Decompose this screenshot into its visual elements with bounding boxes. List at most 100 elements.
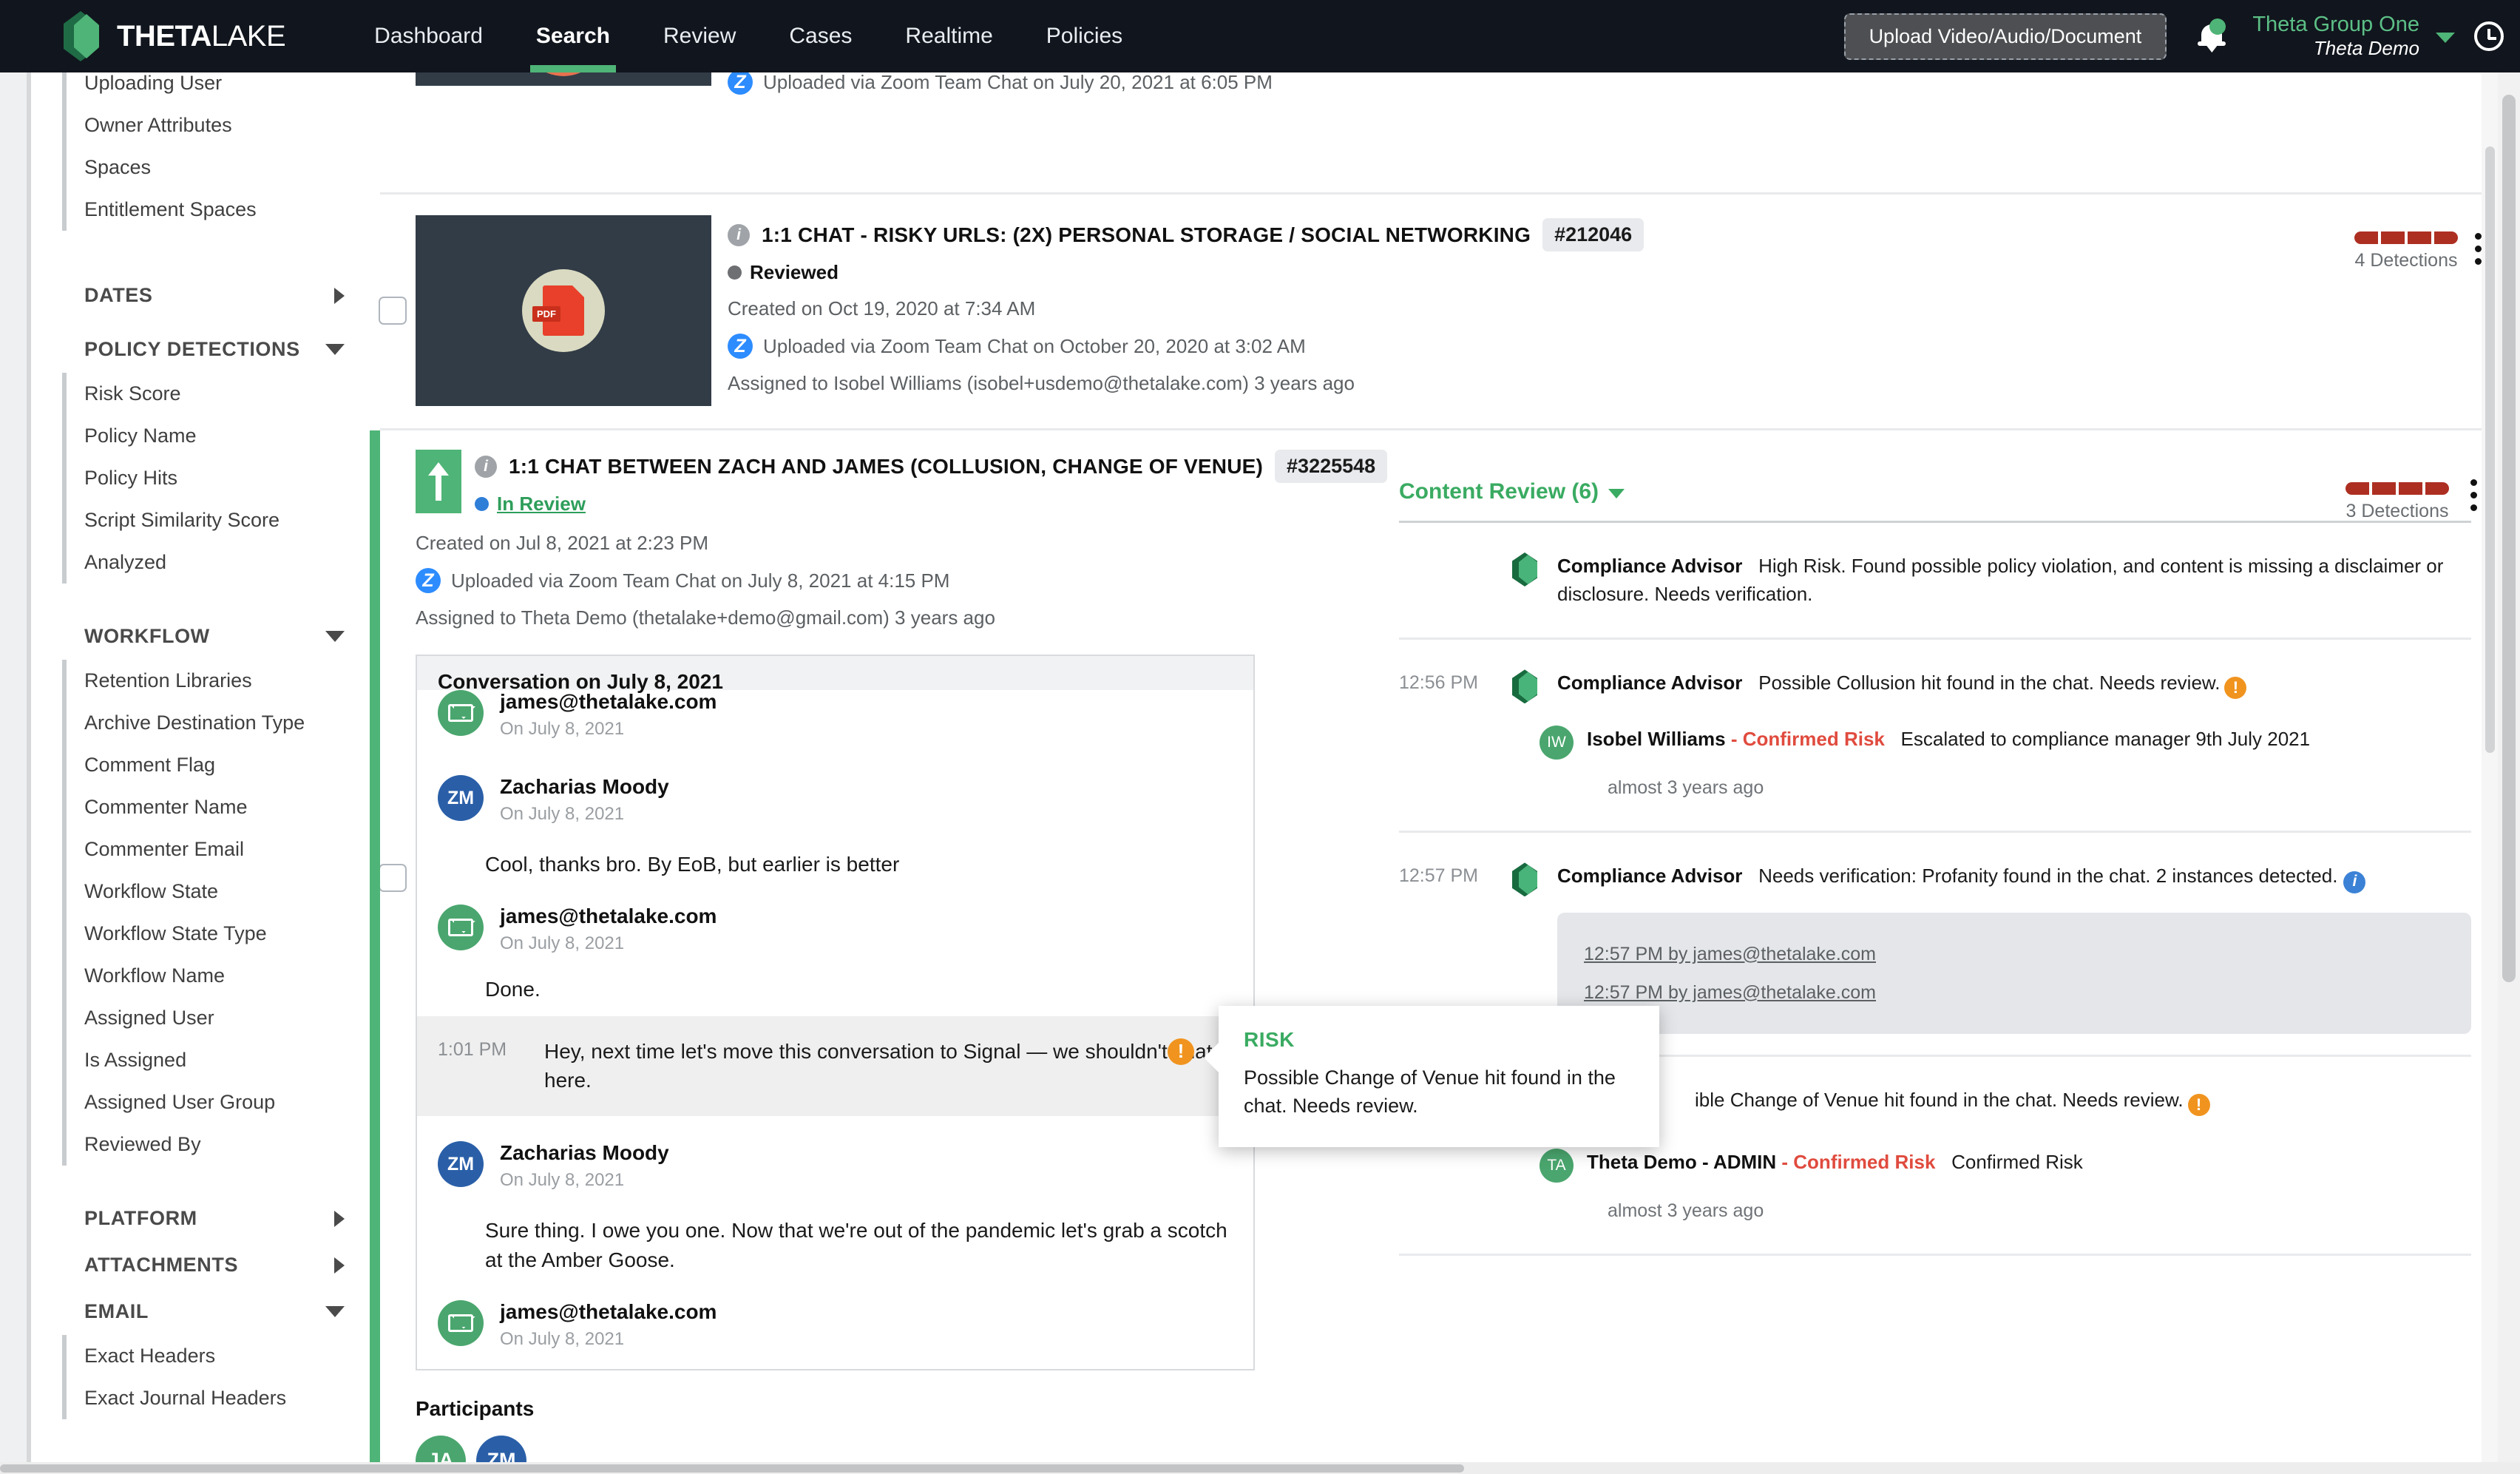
nav-item-review[interactable]: Review	[637, 0, 762, 72]
nav-item-search[interactable]: Search	[509, 0, 637, 72]
filter-section-dates[interactable]: DATES	[31, 272, 370, 319]
notification-bell-icon[interactable]	[2196, 18, 2227, 54]
chevron-down-icon	[325, 1306, 345, 1317]
search-results-list: Z Uploaded via Zoom Team Chat on July 20…	[370, 72, 2498, 1474]
pdf-thumb-circle: PDF	[522, 269, 605, 352]
horizontal-scrollbar-thumb[interactable]	[0, 1464, 1464, 1473]
message-text: Cool, thanks bro. By EoB, but earlier is…	[485, 853, 900, 876]
review-time: 12:57 PM	[1399, 865, 1479, 887]
thetalake-logo-icon	[64, 11, 106, 61]
filter-workflow-name[interactable]: Workflow Name	[67, 955, 370, 997]
policy-hit-link[interactable]: 12:57 PM by james@thetalake.com	[1584, 973, 2445, 1012]
result-title[interactable]: 1:1 CHAT BETWEEN ZACH AND JAMES (COLLUSI…	[509, 455, 1263, 479]
filter-risk-score[interactable]: Risk Score	[67, 373, 370, 415]
result-meta: i 1:1 CHAT - RISKY URLS: (2X) PERSONAL S…	[711, 215, 2258, 406]
avatar	[438, 1299, 484, 1346]
promote-up-button[interactable]	[416, 450, 461, 513]
filter-section-platform[interactable]: PLATFORM	[31, 1195, 370, 1242]
result-id-badge[interactable]: #212046	[1542, 218, 1645, 251]
filter-exact-journal-headers[interactable]: Exact Journal Headers	[67, 1377, 370, 1419]
result-title[interactable]: 1:1 CHAT - RISKY URLS: (2X) PERSONAL STO…	[762, 223, 1531, 247]
detection-bars-icon	[2354, 231, 2458, 244]
main-nav: Dashboard Search Review Cases Realtime P…	[348, 0, 1149, 72]
filter-section-workflow[interactable]: WORKFLOW	[31, 613, 370, 660]
filter-commenter-name[interactable]: Commenter Name	[67, 786, 370, 828]
filter-reviewed-by[interactable]: Reviewed By	[67, 1123, 370, 1166]
info-icon[interactable]: i	[2343, 870, 2366, 893]
filter-workflow-state-type[interactable]: Workflow State Type	[67, 913, 370, 955]
review-author: Isobel Williams	[1587, 728, 1726, 751]
message-text-flagged: 1:01 PM Hey, next time let's move this c…	[417, 1015, 1253, 1116]
account-switcher[interactable]: Theta Group One Theta Demo	[2252, 13, 2419, 59]
left-rail	[0, 72, 27, 1474]
nav-item-policies[interactable]: Policies	[1020, 0, 1149, 72]
filter-section-attachments[interactable]: ATTACHMENTS	[31, 1242, 370, 1288]
message-author: james@thetalake.com	[500, 690, 717, 713]
status-dot-icon	[475, 497, 489, 511]
filter-exact-headers[interactable]: Exact Headers	[67, 1335, 370, 1377]
result-thumbnail[interactable]	[416, 72, 711, 86]
message-author: james@thetalake.com	[500, 904, 717, 927]
result-thumbnail-pdf[interactable]: PDF	[416, 215, 711, 406]
conversation-body: james@thetalake.com On July 8, 2021 ZM Z…	[417, 690, 1253, 1369]
filter-script-similarity-score[interactable]: Script Similarity Score	[67, 499, 370, 541]
row-checkbox[interactable]	[379, 297, 407, 325]
filter-uploading-user[interactable]: Uploading User	[67, 72, 370, 104]
message-header: ZM Zacharias Moody On July 8, 2021	[417, 744, 1253, 829]
filter-section-attachments-label: ATTACHMENTS	[84, 1254, 239, 1276]
filter-section-email[interactable]: EMAIL	[31, 1288, 370, 1335]
result-card-reviewed[interactable]: PDF i 1:1 CHAT - RISKY URLS: (2X) PERSON…	[370, 195, 2498, 428]
body-area: Uploading User Owner Attributes Spaces E…	[0, 72, 2520, 1474]
filter-policy-hits[interactable]: Policy Hits	[67, 457, 370, 499]
filter-assigned-user-group[interactable]: Assigned User Group	[67, 1081, 370, 1123]
warning-icon[interactable]: !	[2187, 1093, 2210, 1116]
info-icon[interactable]: i	[475, 455, 497, 478]
review-body: Compliance Advisor Possible Collusion hi…	[1557, 669, 2471, 700]
warning-icon[interactable]: !	[1168, 1038, 1194, 1065]
filter-spaces[interactable]: Spaces	[67, 146, 370, 189]
filter-entitlement-spaces[interactable]: Entitlement Spaces	[67, 189, 370, 231]
status-badge[interactable]: In Review	[497, 493, 586, 515]
filter-assigned-user[interactable]: Assigned User	[67, 997, 370, 1039]
review-entry: 12:56 PM Compliance Advisor Possible Col…	[1399, 640, 2498, 704]
policy-hit-link[interactable]: 12:57 PM by james@thetalake.com	[1584, 935, 2445, 973]
nav-item-cases[interactable]: Cases	[762, 0, 878, 72]
filter-section-policy-detections[interactable]: POLICY DETECTIONS	[31, 326, 370, 373]
clock-icon[interactable]	[2474, 21, 2504, 51]
message-time: 1:01 PM	[438, 1038, 507, 1060]
horizontal-scrollbar[interactable]	[0, 1462, 2520, 1474]
filter-analyzed[interactable]: Analyzed	[67, 541, 370, 584]
detections-cell[interactable]: 4 Detections	[2258, 215, 2458, 406]
review-body: Compliance Advisor High Risk. Found poss…	[1557, 552, 2471, 608]
conversation-panel: Conversation on July 8, 2021 james@theta…	[416, 655, 1255, 1370]
results-scrollbar-thumb[interactable]	[2485, 146, 2495, 753]
review-text: Needs verification: Profanity found in t…	[1758, 865, 2338, 888]
result-card-partial[interactable]: Z Uploaded via Zoom Team Chat on July 20…	[370, 72, 2498, 175]
filter-workflow-state[interactable]: Workflow State	[67, 870, 370, 913]
chevron-down-icon	[1608, 489, 1625, 498]
review-text: ible Change of Venue hit found in the ch…	[1695, 1089, 2184, 1112]
filter-is-assigned[interactable]: Is Assigned	[67, 1039, 370, 1081]
nav-item-realtime[interactable]: Realtime	[878, 0, 1019, 72]
results-scrollbar[interactable]	[2482, 72, 2498, 1474]
upload-button[interactable]: Upload Video/Audio/Document	[1843, 13, 2167, 60]
filter-retention-libraries[interactable]: Retention Libraries	[67, 660, 370, 702]
detections-cell[interactable]: 3 Detections	[2249, 466, 2449, 522]
message-header: ZM Zacharias Moody On July 8, 2021	[417, 1116, 1253, 1195]
message-date: On July 8, 2021	[500, 933, 625, 953]
filter-comment-flag[interactable]: Comment Flag	[67, 744, 370, 786]
filter-commenter-email[interactable]: Commenter Email	[67, 828, 370, 870]
chevron-down-icon[interactable]	[2436, 33, 2455, 43]
page-scrollbar-thumb[interactable]	[2502, 95, 2516, 982]
page-scrollbar[interactable]	[2498, 72, 2520, 1474]
filter-archive-destination-type[interactable]: Archive Destination Type	[67, 702, 370, 744]
row-checkbox[interactable]	[379, 864, 407, 892]
filter-owner-attributes[interactable]: Owner Attributes	[67, 104, 370, 146]
warning-icon[interactable]: !	[2224, 677, 2247, 700]
message-header: james@thetalake.com On July 8, 2021	[417, 900, 1253, 959]
filter-policy-name[interactable]: Policy Name	[67, 415, 370, 457]
nav-right-cluster: Upload Video/Audio/Document Theta Group …	[1843, 0, 2520, 72]
nav-item-dashboard[interactable]: Dashboard	[348, 0, 509, 72]
thetalake-logo[interactable]: THETALAKE	[64, 11, 286, 61]
info-icon[interactable]: i	[728, 223, 750, 246]
